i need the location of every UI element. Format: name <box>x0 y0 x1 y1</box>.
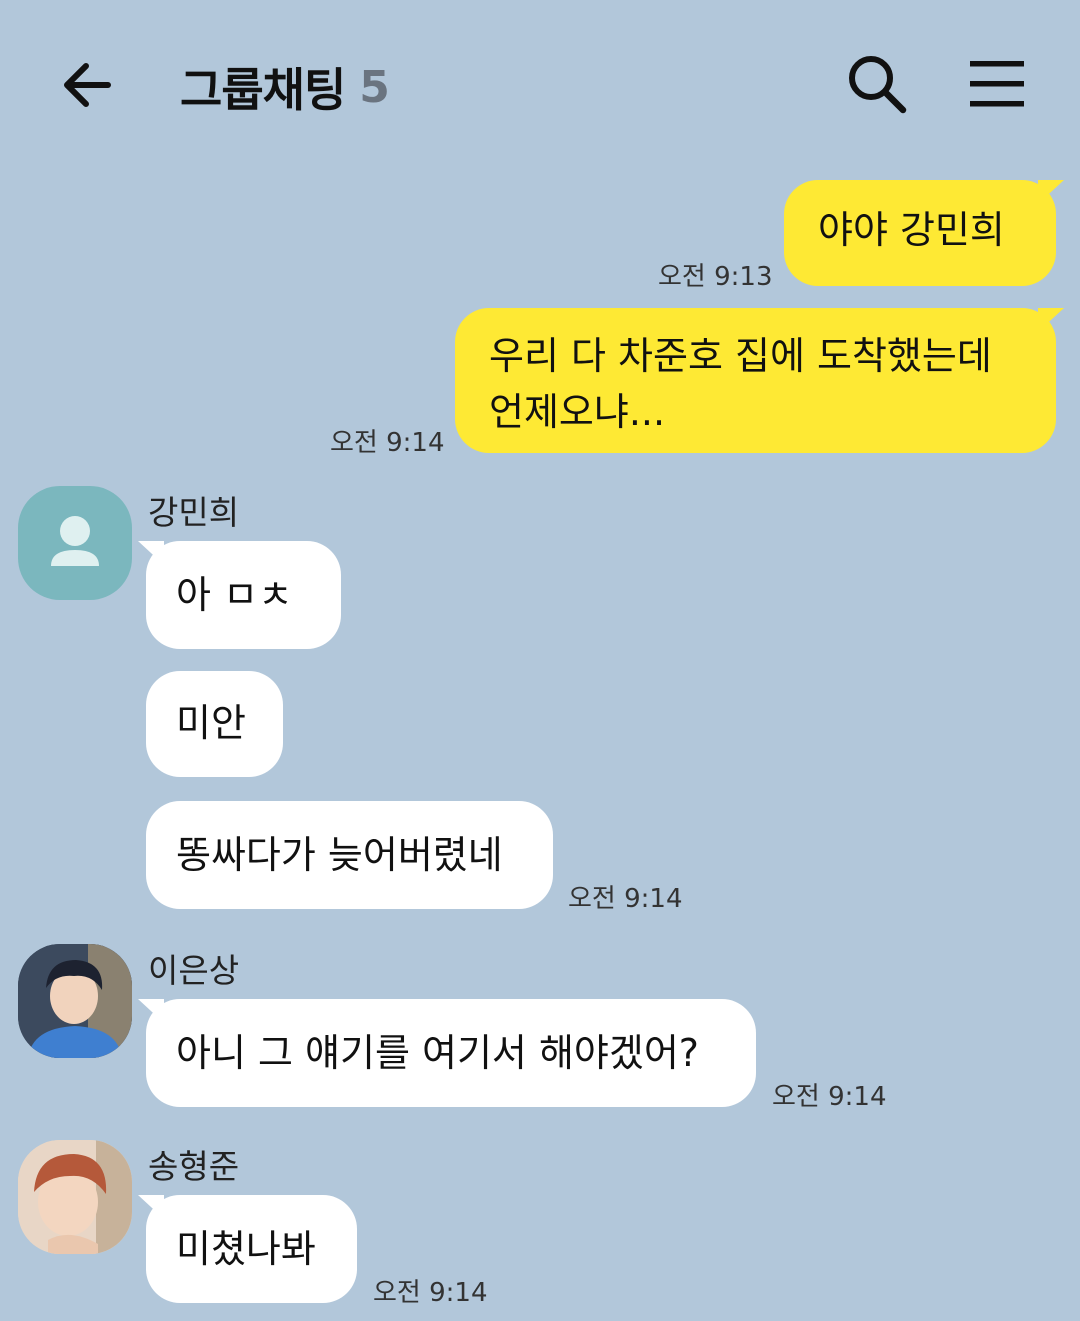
back-arrow-icon[interactable] <box>58 55 118 115</box>
message-text: 아니 그 얘기를 여기서 해야겠어? <box>176 1031 699 1075</box>
avatar[interactable] <box>18 944 132 1058</box>
sender-name: 송형준 <box>148 1147 240 1186</box>
bubble-tail <box>138 999 164 1023</box>
bubble-tail <box>1038 308 1064 332</box>
their-message-bubble[interactable]: 아 ㅁㅊ <box>138 541 341 649</box>
message-text-line: 우리 다 차준호 집에 도착했는데 <box>489 334 992 378</box>
message-text: 미안 <box>176 701 246 745</box>
message-text: 야야 강민희 <box>818 208 1005 252</box>
my-message-bubble[interactable]: 야야 강민희 <box>784 180 1064 286</box>
person-icon <box>51 516 99 566</box>
avatar[interactable] <box>18 1140 132 1254</box>
message-text: 미쳤나봐 <box>176 1227 316 1271</box>
message-time: 오전 9:14 <box>330 428 445 458</box>
their-message-bubble[interactable]: 똥싸다가 늦어버렸네 <box>146 801 553 909</box>
their-message-bubble[interactable]: 아니 그 얘기를 여기서 해야겠어? <box>138 999 756 1107</box>
their-message-bubble[interactable]: 미쳤나봐 <box>138 1195 357 1303</box>
message-text: 똥싸다가 늦어버렸네 <box>176 833 503 877</box>
message-text-line: 언제오냐... <box>489 390 666 434</box>
message-text: 아 ㅁㅊ <box>176 573 293 617</box>
menu-icon[interactable] <box>966 56 1028 112</box>
member-count: 5 <box>359 61 390 113</box>
sender-name: 강민희 <box>148 493 240 532</box>
their-message-bubble[interactable]: 미안 <box>146 671 283 777</box>
bubble-tail <box>138 541 164 565</box>
my-message-bubble[interactable]: 우리 다 차준호 집에 도착했는데 언제오냐... <box>455 308 1064 453</box>
message-time: 오전 9:13 <box>658 262 773 292</box>
chat-header: 그룹채팅 5 <box>0 0 1080 170</box>
message-time: 오전 9:14 <box>373 1278 488 1308</box>
avatar[interactable] <box>18 486 132 600</box>
bubble-tail <box>1038 180 1064 204</box>
profile-photo <box>18 944 132 1058</box>
bubble-tail <box>138 1195 164 1219</box>
sender-name: 이은상 <box>148 951 240 990</box>
search-icon[interactable] <box>845 52 909 116</box>
chat-title-area: 그룹채팅 5 <box>180 52 390 122</box>
chat-title: 그룹채팅 <box>180 63 346 117</box>
profile-photo <box>18 1140 132 1254</box>
message-time: 오전 9:14 <box>568 884 683 914</box>
message-time: 오전 9:14 <box>772 1082 887 1112</box>
